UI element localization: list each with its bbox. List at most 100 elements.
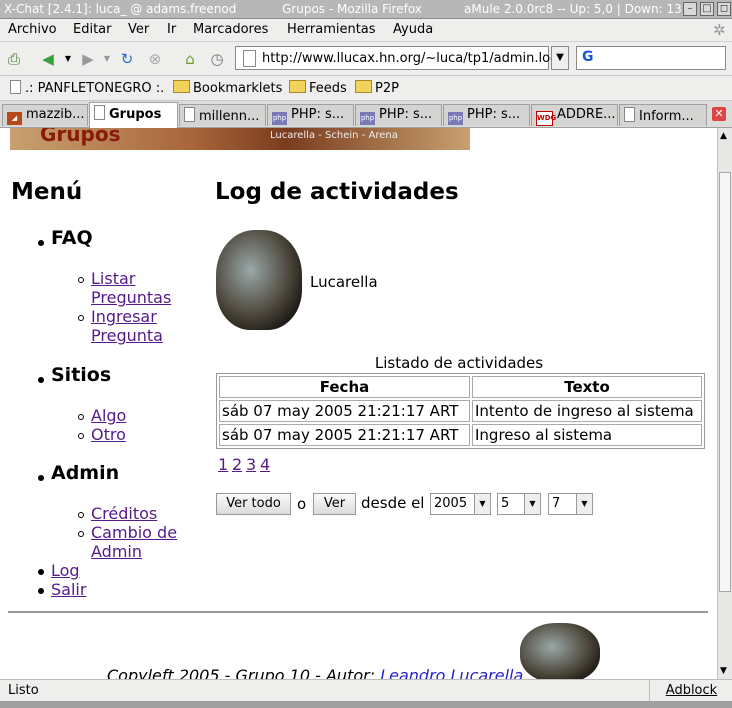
- table-row: sáb 07 may 2005 21:21:17 ART Ingreso al …: [219, 424, 702, 446]
- close-tab-icon[interactable]: ✕: [712, 107, 726, 121]
- bullet: [38, 588, 44, 594]
- chevron-down-icon: ▼: [524, 494, 540, 514]
- search-input[interactable]: G: [576, 46, 726, 70]
- tab-label: mazzib...: [26, 107, 85, 122]
- titlebar-amule[interactable]: aMule 2.0.0rc8 -- Up: 5,0 | Down: 13,0: [464, 2, 693, 16]
- link-creditos[interactable]: Créditos: [91, 504, 157, 523]
- month-select[interactable]: 5 ▼: [497, 493, 541, 515]
- menu-marcadores[interactable]: Marcadores: [193, 22, 268, 37]
- window-titlebar: X-Chat [2.4.1]: luca_ @ adams.freenod Gr…: [0, 0, 732, 19]
- link-otro[interactable]: Otro: [91, 425, 126, 444]
- footer-author-link[interactable]: Leandro Lucarella: [380, 666, 523, 679]
- site-banner: Grupos Lucarella - Schein - Arena: [10, 128, 470, 150]
- scrollbar-thumb[interactable]: [719, 172, 731, 592]
- forward-icon[interactable]: ▶: [78, 49, 98, 69]
- url-bar[interactable]: http://www.llucax.hn.org/~luca/tp1/admin…: [235, 46, 558, 70]
- link-algo[interactable]: Algo: [91, 406, 126, 425]
- year-value: 2005: [434, 496, 468, 511]
- bookmark-p2p[interactable]: P2P: [355, 80, 399, 96]
- adblock-button[interactable]: Adblock: [649, 680, 732, 701]
- tab-inform[interactable]: Inform...: [619, 104, 707, 126]
- bookmark-label: Feeds: [309, 81, 347, 96]
- tab-grupos[interactable]: Grupos: [89, 102, 178, 128]
- page-icon: [184, 107, 195, 122]
- url-dropdown-icon[interactable]: ▼: [551, 46, 569, 70]
- chevron-down-icon: ▼: [576, 494, 592, 514]
- bookmark-panfletonegro[interactable]: .: PANFLETONEGRO :.: [10, 80, 164, 96]
- bullet: [78, 414, 84, 420]
- page-link-2[interactable]: 2: [232, 455, 242, 474]
- bookmarks-toolbar: .: PANFLETONEGRO :. Bookmarklets Feeds P…: [0, 76, 732, 101]
- tab-php-2[interactable]: php PHP: s...: [355, 104, 442, 126]
- page-link-1[interactable]: 1: [218, 455, 228, 474]
- history-icon[interactable]: ◷: [207, 49, 227, 69]
- vertical-scrollbar[interactable]: ▲ ▼: [717, 128, 732, 679]
- chevron-down-icon: ▼: [474, 494, 490, 514]
- username: Lucarella: [310, 273, 378, 291]
- section-sitios: Sitios: [51, 364, 112, 386]
- new-window-icon[interactable]: ⎙: [4, 49, 24, 69]
- page-content: Grupos Lucarella - Schein - Arena Menú F…: [0, 128, 717, 679]
- bookmark-bookmarklets[interactable]: Bookmarklets: [173, 80, 282, 96]
- year-select[interactable]: 2005 ▼: [430, 493, 491, 515]
- reload-icon[interactable]: ↻: [117, 49, 137, 69]
- page-link-3[interactable]: 3: [246, 455, 256, 474]
- day-select[interactable]: 7 ▼: [548, 493, 593, 515]
- back-dropdown-icon[interactable]: ▼: [58, 49, 78, 69]
- scroll-down-icon[interactable]: ▼: [720, 666, 727, 676]
- folder-icon: [355, 80, 372, 93]
- menu-herramientas[interactable]: Herramientas: [287, 22, 376, 37]
- stop-icon[interactable]: ⊗: [145, 49, 165, 69]
- restore-icon[interactable]: ◻: [717, 2, 731, 16]
- minimize-icon[interactable]: –: [683, 2, 697, 16]
- section-faq: FAQ: [51, 227, 93, 249]
- footer-text: Copyleft 2005 - Grupo 10 - Autor:: [107, 666, 376, 679]
- menu-editar[interactable]: Editar: [73, 22, 112, 37]
- tab-label: millenn...: [199, 109, 260, 124]
- status-text: Listo: [8, 683, 39, 698]
- bullet: [38, 475, 44, 481]
- table-caption: Listado de actividades: [374, 354, 544, 372]
- column-header-texto: Texto: [472, 376, 702, 398]
- link-listar-preguntas-2[interactable]: Preguntas: [91, 288, 171, 307]
- back-icon[interactable]: ◀: [38, 49, 58, 69]
- link-listar-preguntas[interactable]: Listar: [91, 269, 135, 288]
- link-salir[interactable]: Salir: [51, 580, 86, 599]
- bullet: [78, 433, 84, 439]
- php-favicon-icon: php: [448, 112, 463, 125]
- bookmark-feeds[interactable]: Feeds: [289, 80, 347, 96]
- menu-ayuda[interactable]: Ayuda: [393, 22, 433, 37]
- tab-mazzib[interactable]: ◢ mazzib...: [2, 104, 88, 126]
- page-link-4[interactable]: 4: [260, 455, 270, 474]
- google-search-icon[interactable]: G: [582, 49, 594, 65]
- cell-texto: Ingreso al sistema: [472, 424, 702, 446]
- forward-dropdown-icon[interactable]: ▼: [97, 49, 117, 69]
- menu-ver[interactable]: Ver: [128, 22, 149, 37]
- ver-button[interactable]: Ver: [313, 493, 356, 515]
- tab-addre[interactable]: WDGADDRE...: [531, 104, 618, 126]
- titlebar-firefox[interactable]: Grupos - Mozilla Firefox: [282, 2, 422, 16]
- tab-php-3[interactable]: php PHP: s...: [443, 104, 530, 126]
- menu-heading: Menú: [11, 179, 83, 205]
- tab-php-1[interactable]: php PHP: s...: [267, 104, 354, 126]
- link-ingresar-pregunta-2[interactable]: Pregunta: [91, 326, 163, 345]
- menu-ir[interactable]: Ir: [167, 22, 176, 37]
- menu-archivo[interactable]: Archivo: [8, 22, 57, 37]
- maximize-icon[interactable]: □: [700, 2, 714, 16]
- link-ingresar-pregunta[interactable]: Ingresar: [91, 307, 157, 326]
- link-cambio-admin-2[interactable]: Admin: [91, 542, 142, 561]
- url-text[interactable]: http://www.llucax.hn.org/~luca/tp1/admin…: [262, 51, 558, 66]
- link-log[interactable]: Log: [51, 561, 80, 580]
- tab-millenn[interactable]: millenn...: [179, 104, 266, 126]
- home-icon[interactable]: ⌂: [180, 49, 200, 69]
- footer-avatar: [520, 623, 600, 679]
- folder-icon: [289, 80, 306, 93]
- table-header-row: Fecha Texto: [219, 376, 702, 398]
- desde-label: desde el: [361, 494, 425, 512]
- ver-todo-button[interactable]: Ver todo: [216, 493, 291, 515]
- month-value: 5: [501, 496, 510, 511]
- scroll-up-icon[interactable]: ▲: [720, 131, 727, 141]
- link-cambio-admin[interactable]: Cambio de: [91, 523, 177, 542]
- php-favicon-icon: php: [360, 112, 375, 125]
- titlebar-xchat[interactable]: X-Chat [2.4.1]: luca_ @ adams.freenod: [4, 2, 236, 16]
